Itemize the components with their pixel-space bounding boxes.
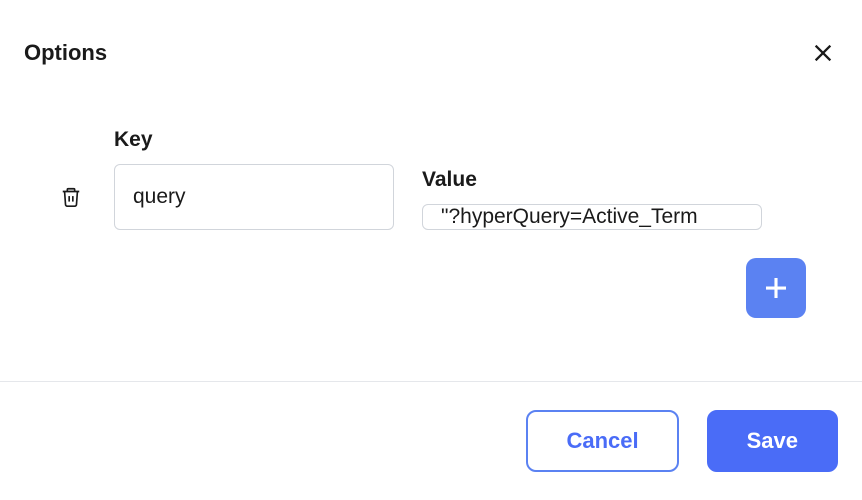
dialog-header: Options xyxy=(0,0,862,68)
save-button[interactable]: Save xyxy=(707,410,838,472)
close-icon xyxy=(812,42,834,64)
key-input[interactable] xyxy=(114,164,394,230)
dialog-title: Options xyxy=(24,40,107,66)
add-row-button[interactable] xyxy=(746,258,806,318)
value-label: Value xyxy=(422,168,806,192)
cancel-button[interactable]: Cancel xyxy=(526,410,678,472)
trash-icon xyxy=(60,186,82,208)
trash-column xyxy=(56,164,86,230)
dialog-body: Key Value xyxy=(0,68,862,381)
value-field-group: Value xyxy=(422,168,806,230)
key-label: Key xyxy=(114,128,394,152)
delete-row-button[interactable] xyxy=(56,182,86,212)
plus-icon xyxy=(761,273,791,303)
option-row: Key Value xyxy=(56,128,806,230)
add-row-container xyxy=(56,258,806,318)
value-input[interactable] xyxy=(422,204,762,230)
dialog-footer: Cancel Save xyxy=(0,381,862,500)
key-field-group: Key xyxy=(114,128,394,230)
options-dialog: Options Ke xyxy=(0,0,862,500)
close-button[interactable] xyxy=(808,38,838,68)
